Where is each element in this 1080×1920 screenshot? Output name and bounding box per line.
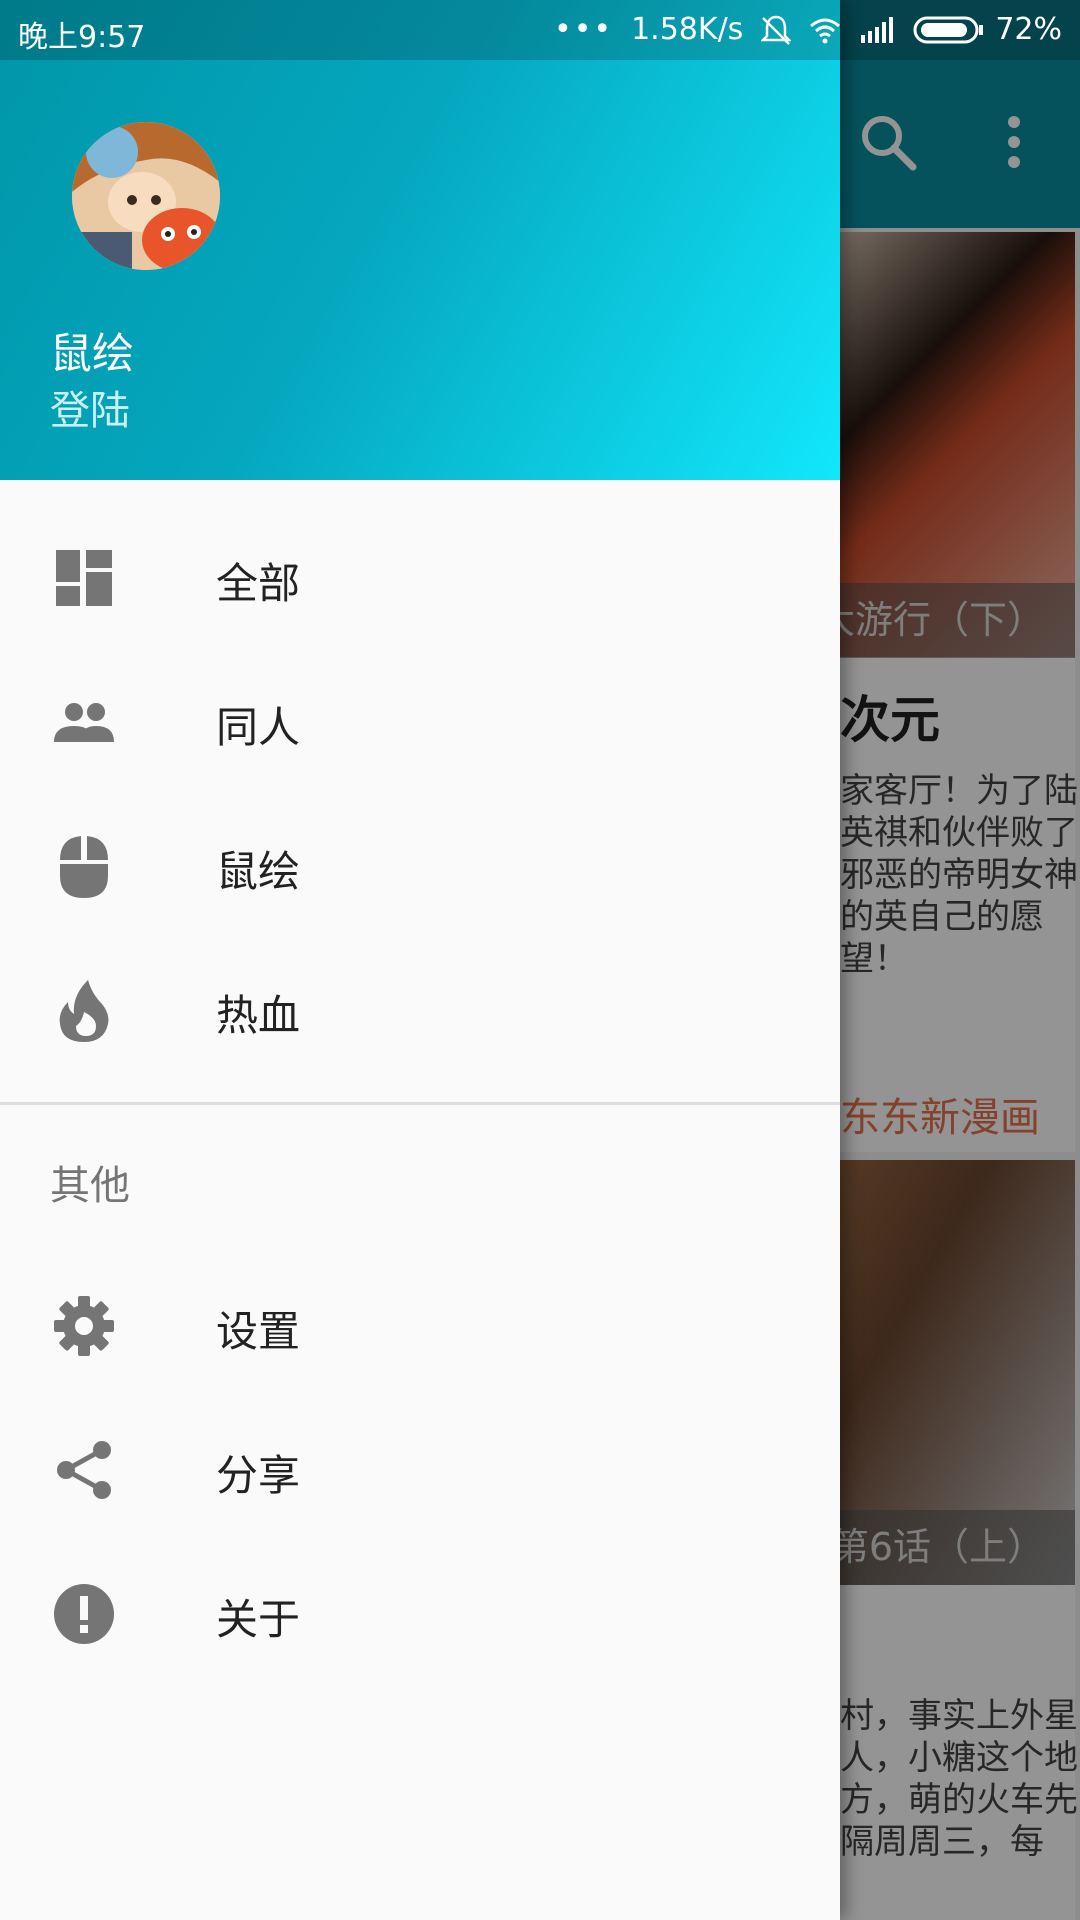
- section-title-other: 其他: [50, 1163, 130, 1209]
- drawer-item-label: 热血: [216, 991, 301, 1040]
- status-time: 晚上9:57: [18, 20, 146, 55]
- drawer-item-label: 关于: [216, 1595, 301, 1644]
- mute-bell-icon: [761, 14, 792, 46]
- mouse-icon: [52, 834, 116, 898]
- network-speed: 1.58K/s: [631, 12, 744, 47]
- battery-indicator: 72%: [913, 12, 1062, 47]
- notification-dots: •••: [554, 12, 614, 47]
- share-icon: [52, 1438, 116, 1502]
- drawer-divider: [0, 1102, 840, 1105]
- status-indicators: ••• 1.58K/s 72%: [554, 12, 1062, 47]
- drawer-item-label: 分享: [216, 1451, 301, 1500]
- battery-percent: 72%: [995, 12, 1062, 47]
- drawer-header: 鼠绘 登陆: [0, 0, 840, 480]
- drawer-item-label: 全部: [216, 559, 301, 608]
- login-link[interactable]: 登陆: [50, 378, 130, 436]
- dashboard-icon: [52, 546, 116, 610]
- navigation-drawer: 鼠绘 登陆 全部 同人 鼠绘 热血 其他 设置 分享 关于: [0, 0, 840, 1920]
- drawer-item-settings[interactable]: 设置: [0, 1252, 840, 1396]
- drawer-item-label: 设置: [216, 1307, 301, 1356]
- drawer-item-about[interactable]: 关于: [0, 1540, 840, 1684]
- battery-icon: [913, 16, 984, 43]
- people-icon: [52, 690, 116, 754]
- drawer-item-doujin[interactable]: 同人: [0, 648, 840, 792]
- drawer-item-hot-blood[interactable]: 热血: [0, 936, 840, 1080]
- avatar[interactable]: [72, 122, 220, 270]
- user-name: 鼠绘: [50, 329, 135, 378]
- drawer-item-shuhui[interactable]: 鼠绘: [0, 792, 840, 936]
- signal-icon: [859, 16, 895, 43]
- drawer-item-all[interactable]: 全部: [0, 504, 840, 648]
- drawer-item-share[interactable]: 分享: [0, 1396, 840, 1540]
- wifi-icon: [809, 16, 841, 44]
- gear-icon: [52, 1294, 116, 1358]
- drawer-item-label: 同人: [216, 703, 301, 752]
- fire-icon: [52, 978, 116, 1042]
- alert-icon: [52, 1582, 116, 1646]
- status-bar: 晚上9:57 ••• 1.58K/s 72%: [0, 0, 1080, 60]
- drawer-item-label: 鼠绘: [216, 847, 301, 896]
